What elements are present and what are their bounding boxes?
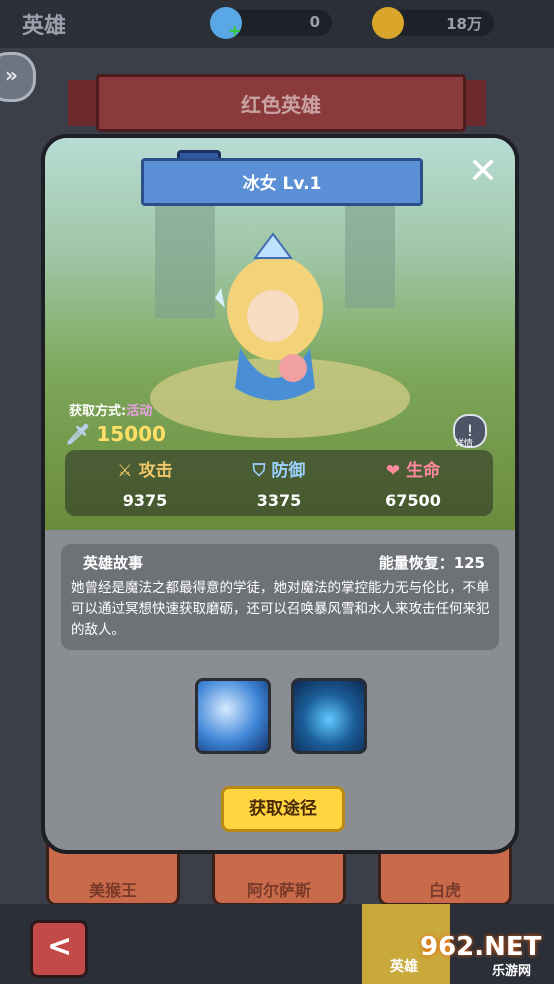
story-text: 她曾经是魔法之都最得意的学徒，她对魔法的掌控能力无与伦比，不单可以通过冥想快速获… [71, 580, 490, 638]
stat-label: 攻击 [138, 461, 173, 481]
hero-name-level: 冰女 Lv.1 [242, 174, 322, 194]
obtain-route-button[interactable]: 获取途径 [221, 786, 345, 832]
stat-label: 生命 [406, 461, 441, 481]
power-value: 15000 [96, 422, 166, 446]
gem-count: 0 [309, 13, 320, 31]
back-arrow-icon: < [47, 929, 73, 964]
watermark-sub: 乐游网 [492, 964, 532, 979]
hero-card-name: 美猴王 [88, 881, 137, 900]
hero-scene: ⚚ 冰女 Lv.1 ✕ 获取方式:活动 🗡15000 ! 详情 ⚔ 攻击 937… [45, 138, 515, 530]
ribbon-title: 红色英雄 [241, 93, 321, 117]
stat-health: ❤ 生命 67500 [343, 456, 483, 510]
hero-story-panel: 英雄故事 能量恢复：125 她曾经是魔法之都最得意的学徒，她对魔法的掌控能力无与… [61, 544, 499, 650]
stat-attack: ⚔ 攻击 9375 [75, 456, 215, 510]
obtain-route-label: 获取途径 [249, 799, 317, 819]
stat-defense: ⛉ 防御 3375 [209, 456, 349, 510]
heart-icon: ❤ [385, 461, 401, 481]
obtain-method-label: 获取方式: [69, 404, 127, 419]
sword-icon: 🗡 [65, 422, 91, 446]
hero-power: 🗡 15000 [65, 422, 166, 446]
stat-value: 3375 [256, 491, 302, 510]
obtain-method-value: 活动 [126, 404, 153, 419]
top-bar: 英雄 + 0 18万 [0, 0, 554, 48]
coin-icon [372, 7, 404, 39]
gem-counter[interactable]: + 0 [210, 7, 332, 40]
double-chevron-right-icon: » [5, 63, 18, 87]
story-title: 英雄故事 [83, 554, 144, 572]
modal-title-banner: 冰女 Lv.1 [141, 158, 423, 206]
hero-detail-modal: ⚚ 冰女 Lv.1 ✕ 获取方式:活动 🗡15000 ! 详情 ⚔ 攻击 937… [41, 134, 519, 854]
stat-value: 9375 [122, 491, 168, 510]
close-icon[interactable]: ✕ [463, 152, 503, 192]
coin-counter[interactable]: 18万 [372, 7, 494, 39]
energy-recovery: 能量恢复：125 [378, 554, 485, 572]
hero-stats-panel: ⚔ 攻击 9375 ⛉ 防御 3375 ❤ 生命 67500 [65, 450, 493, 516]
coin-count: 18万 [446, 15, 482, 33]
crossed-swords-icon: ⚔ [117, 461, 133, 481]
page-title: 英雄 [22, 14, 67, 39]
hero-card-name: 阿尔萨斯 [246, 881, 311, 900]
side-menu-button[interactable]: » [0, 52, 36, 102]
obtain-method: 获取方式:活动 [69, 400, 152, 419]
watermark-main: 962.NET [420, 932, 542, 962]
stat-value: 67500 [385, 491, 441, 510]
tab-heroes-label: 英雄 [390, 959, 418, 975]
ice-totem-skill-icon[interactable] [291, 678, 367, 754]
shield-icon: ⛉ [252, 461, 266, 481]
ribbon-banner: 红色英雄 [96, 74, 466, 132]
detail-label: 详情 [455, 439, 474, 449]
hero-card-name: 白虎 [428, 881, 461, 900]
back-button[interactable]: < [30, 920, 88, 978]
stat-label: 防御 [271, 461, 306, 481]
blizzard-skill-icon[interactable] [195, 678, 271, 754]
site-watermark: 962.NET 乐游网 [420, 932, 550, 979]
gem-plus-icon: + [210, 7, 242, 40]
